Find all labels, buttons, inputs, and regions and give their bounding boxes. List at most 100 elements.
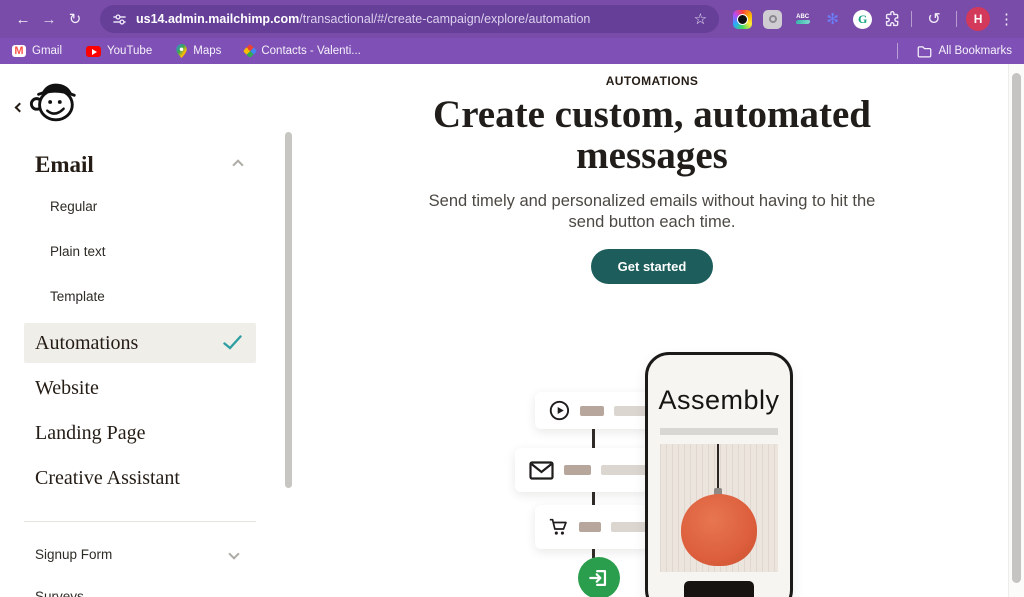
scrollbar-thumb[interactable]: [1012, 73, 1021, 583]
bookmark-label: Contacts - Valenti...: [261, 45, 361, 57]
sidebar-item-regular[interactable]: Regular: [0, 184, 296, 229]
chevron-down-icon[interactable]: [228, 548, 239, 559]
sidebar-item-plain-text[interactable]: Plain text: [0, 229, 296, 274]
flow-connector: [592, 549, 595, 558]
sidebar-item-creative-assistant[interactable]: Creative Assistant: [0, 456, 296, 501]
flow-connector: [592, 428, 595, 448]
toolbar-separator: [956, 11, 957, 27]
browser-menu-icon[interactable]: ⋮: [999, 10, 1014, 28]
phone-app-title: Assembly: [648, 385, 790, 416]
mailchimp-logo[interactable]: [28, 78, 80, 126]
extensions-puzzle-icon[interactable]: [883, 10, 902, 29]
page-body: Email Regular Plain text Template Automa…: [0, 64, 1024, 597]
color-picker-extension-icon[interactable]: [733, 10, 752, 29]
chevron-up-icon[interactable]: [232, 159, 243, 170]
screenshot-extension-icon[interactable]: [763, 10, 782, 29]
flow-card-video: [535, 392, 656, 429]
item-label: Signup Form: [35, 547, 112, 562]
cart-icon: [549, 516, 569, 538]
placeholder-bar: [564, 465, 591, 475]
create-campaign-sidebar: Email Regular Plain text Template Automa…: [0, 64, 296, 597]
folder-icon: [917, 45, 932, 58]
envelope-icon: [529, 461, 554, 480]
reload-icon[interactable]: ↻: [62, 6, 88, 32]
page-subtitle: Send timely and personalized emails with…: [416, 191, 888, 232]
sidebar-item-landing-page[interactable]: Landing Page: [0, 411, 296, 456]
url-domain: us14.admin.mailchimp.com: [136, 12, 299, 26]
site-settings-icon[interactable]: [112, 12, 127, 27]
play-icon: [549, 399, 570, 422]
contacts-icon: [243, 44, 257, 58]
sidebar-item-website[interactable]: Website: [0, 366, 296, 411]
bookmark-contacts[interactable]: Contacts - Valenti...: [245, 45, 361, 57]
url-text[interactable]: us14.admin.mailchimp.com/transactional/#…: [136, 12, 694, 26]
url-path: /transactional/#/create-campaign/explore…: [299, 12, 590, 26]
spellcheck-extension-icon[interactable]: ABC: [793, 10, 812, 29]
page-title: Create custom, automated messages: [402, 95, 902, 176]
bookmark-youtube[interactable]: YouTube: [86, 45, 152, 57]
flower-extension-icon[interactable]: ✻: [823, 10, 842, 29]
profile-avatar[interactable]: H: [966, 7, 990, 31]
get-started-button[interactable]: Get started: [591, 249, 714, 284]
automation-explore-content: AUTOMATIONS Create custom, automated mes…: [296, 64, 1008, 597]
eyebrow-label: AUTOMATIONS: [296, 74, 1008, 88]
placeholder-bar: [614, 406, 656, 416]
checkmark-icon: [223, 335, 242, 350]
all-bookmarks-button[interactable]: All Bookmarks: [888, 43, 1013, 59]
lamp-cord: [717, 444, 719, 490]
sidebar-item-automations[interactable]: Automations: [24, 323, 256, 363]
phone-nav-bar: [660, 428, 778, 435]
bookmarks-bar: M Gmail YouTube Maps Contacts - Valenti.…: [0, 38, 1024, 64]
browser-window: ← → ↻ us14.admin.mailchimp.com/transacti…: [0, 0, 1024, 597]
placeholder-bar: [580, 406, 604, 416]
item-label: Surveys: [35, 589, 84, 597]
avatar-initial: H: [974, 12, 983, 26]
sidebar-divider: [24, 521, 256, 522]
item-label: Landing Page: [35, 422, 146, 445]
grammarly-letter: G: [858, 12, 867, 27]
sidebar-item-template[interactable]: Template: [0, 274, 296, 319]
signin-icon: [588, 567, 610, 589]
all-bookmarks-label: All Bookmarks: [939, 45, 1013, 57]
back-icon[interactable]: ←: [10, 6, 36, 32]
sidebar-item-surveys[interactable]: Surveys: [0, 576, 296, 597]
item-label: Creative Assistant: [35, 467, 180, 490]
bookmark-label: Gmail: [32, 45, 62, 57]
toolbar-separator: [911, 11, 912, 27]
signin-badge: [578, 557, 620, 597]
orange-pendant-lamp: [681, 494, 757, 566]
bookmarks-separator: [897, 43, 898, 59]
placeholder-bar: [579, 522, 601, 532]
bookmark-maps[interactable]: Maps: [176, 44, 221, 58]
phone-cta-button: [684, 581, 754, 597]
grammarly-extension-icon[interactable]: G: [853, 10, 872, 29]
browser-toolbar: ← → ↻ us14.admin.mailchimp.com/transacti…: [0, 0, 1024, 38]
lamp-cap: [714, 488, 722, 497]
gmail-icon: M: [12, 45, 26, 57]
email-sub-items: Regular Plain text Template: [0, 184, 296, 319]
email-section-label: Email: [35, 152, 94, 178]
placeholder-bar: [601, 465, 647, 475]
address-bar[interactable]: us14.admin.mailchimp.com/transactional/#…: [100, 5, 719, 33]
flow-connector: [592, 492, 595, 505]
sidebar-item-signup-form[interactable]: Signup Form: [0, 534, 296, 574]
sidebar-scrollbar[interactable]: [285, 132, 292, 488]
item-label: Website: [35, 377, 99, 400]
page-scrollbar[interactable]: [1008, 64, 1024, 597]
history-icon[interactable]: ↺: [921, 6, 947, 32]
extension-icons: ABC ✻ G: [733, 10, 902, 29]
item-label: Template: [50, 289, 105, 304]
bookmark-label: YouTube: [107, 45, 152, 57]
maps-pin-icon: [176, 44, 187, 58]
forward-icon[interactable]: →: [36, 6, 62, 32]
item-label: Regular: [50, 199, 97, 214]
product-image: [660, 444, 778, 572]
item-label: Automations: [35, 332, 138, 355]
flow-card-cart: [535, 505, 648, 549]
bookmark-gmail[interactable]: M Gmail: [12, 45, 62, 57]
bookmark-label: Maps: [193, 45, 221, 57]
back-chevron-icon[interactable]: [12, 94, 27, 120]
sidebar-section-email[interactable]: Email: [35, 152, 260, 178]
bookmark-star-icon[interactable]: ☆: [694, 10, 707, 28]
youtube-icon: [86, 46, 101, 57]
